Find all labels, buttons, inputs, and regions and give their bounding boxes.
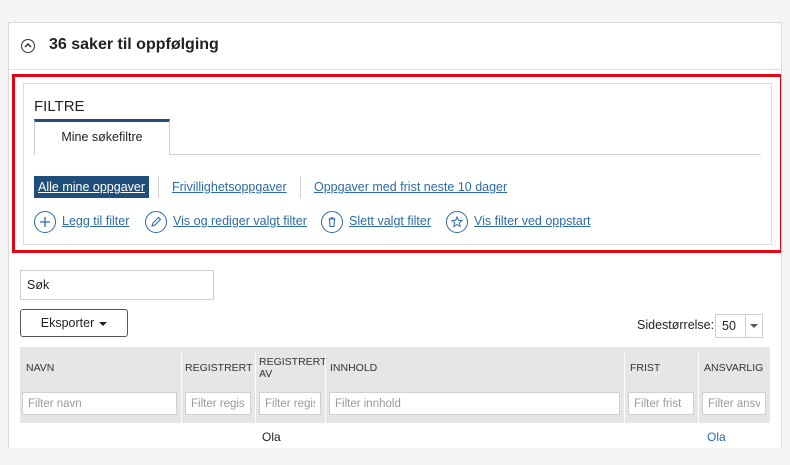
card-header: 36 saker til oppfølging (9, 23, 781, 70)
filter-panel: FILTRE Mine søkefiltre Alle mine oppgave… (23, 83, 772, 245)
edit-filter-label: Vis og rediger valgt filter (173, 214, 307, 228)
filter-input-frist[interactable] (628, 392, 694, 415)
page-title: 36 saker til oppfølging (49, 36, 219, 53)
separator (158, 176, 159, 198)
chevron-down-icon (745, 315, 762, 337)
star-icon (446, 211, 468, 233)
export-button-label: Eksporter (40, 316, 95, 330)
column-header-registrert-av[interactable]: REGISTRERT AV (259, 347, 326, 389)
page-size-value: 50 (722, 319, 736, 333)
caret-down-icon (99, 321, 108, 326)
filter-heading: FILTRE (34, 98, 85, 115)
delete-filter-label: Slett valgt filter (349, 214, 431, 228)
export-button[interactable]: Eksporter (20, 309, 128, 337)
filter-highlight-frame: FILTRE Mine søkefiltre Alle mine oppgave… (12, 74, 781, 253)
trash-icon (321, 211, 343, 233)
plus-icon (34, 211, 56, 233)
pencil-icon (145, 211, 167, 233)
quick-filter-volunteer-tasks[interactable]: Frivillighetsoppgaver (172, 176, 287, 198)
cell-ansvarlig[interactable]: Ola (707, 430, 726, 444)
filter-input-navn[interactable] (22, 392, 177, 415)
tab-my-search-filters[interactable]: Mine søkefiltre (34, 119, 170, 155)
filter-input-ansvarlig[interactable] (702, 392, 766, 415)
filter-input-registrert-av[interactable] (259, 392, 321, 415)
quick-filter-due-10-days[interactable]: Oppgaver med frist neste 10 dager (314, 176, 507, 198)
filter-input-registrert[interactable] (185, 392, 251, 415)
column-header-innhold[interactable]: INNHOLD (330, 347, 530, 389)
page-size-select[interactable]: 50 (715, 314, 763, 338)
follow-up-card: 36 saker til oppfølging FILTRE Mine søke… (8, 22, 782, 448)
table-row[interactable]: Ola Ola (20, 423, 770, 448)
column-header-navn[interactable]: NAVN (26, 347, 176, 389)
separator (300, 176, 301, 198)
tasks-table: NAVN REGISTRERT REGISTRERT AV INNHOLD FR… (20, 347, 770, 448)
show-filter-on-startup-label: Vis filter ved oppstart (474, 214, 591, 228)
cell-registrert-av: Ola (262, 430, 281, 444)
page-size-label: Sidestørrelse: (637, 318, 715, 332)
column-header-frist[interactable]: FRIST (630, 347, 690, 389)
add-filter-label: Legg til filter (62, 214, 130, 228)
quick-filter-all-my-tasks[interactable]: Alle mine oppgaver (34, 176, 150, 198)
filter-input-innhold[interactable] (329, 392, 620, 415)
chevron-up-icon[interactable] (21, 39, 35, 53)
column-header-registrert[interactable]: REGISTRERT (185, 347, 255, 389)
search-input[interactable] (20, 270, 214, 300)
column-header-ansvarlig[interactable]: ANSVARLIG (704, 347, 768, 389)
